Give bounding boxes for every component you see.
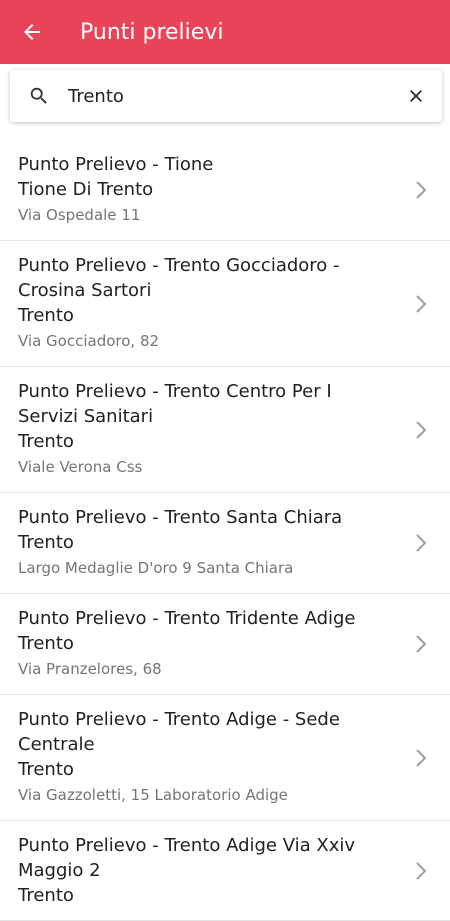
item-address: Viale Verona Css xyxy=(18,458,143,476)
arrow-left-icon xyxy=(24,24,40,40)
item-name: Punto Prelievo - Trento Tridente Adige xyxy=(18,608,356,629)
list-item[interactable]: Punto Prelievo - Trento Adige Via Xxiv M… xyxy=(0,821,450,921)
item-city: Trento xyxy=(18,532,74,553)
item-city: Trento xyxy=(18,885,74,906)
list-item[interactable]: Punto Prelievo - Trento Centro Per I Ser… xyxy=(0,367,450,493)
page-title: Punti prelievi xyxy=(80,19,224,45)
item-address: Largo Medaglie D'oro 9 Santa Chiara xyxy=(18,559,294,577)
item-city: Trento xyxy=(18,633,74,654)
chevron-right-icon xyxy=(416,294,427,313)
chevron-right-icon xyxy=(416,635,427,653)
item-name: Punto Prelievo - Trento Gocciadoro - Cro… xyxy=(18,255,340,301)
close-icon xyxy=(410,90,422,102)
list-item[interactable]: Punto Prelievo - Tione Tione Di Trento V… xyxy=(0,140,450,241)
search-input[interactable] xyxy=(68,76,390,116)
item-city: Trento xyxy=(18,305,74,326)
chevron-right-icon xyxy=(416,534,427,552)
results-list: Punto Prelievo - Tione Tione Di Trento V… xyxy=(0,140,450,921)
list-item[interactable]: Punto Prelievo - Trento Tridente Adige T… xyxy=(0,594,450,695)
item-address: Via Gocciadoro, 82 xyxy=(18,332,160,350)
search-icon xyxy=(10,85,68,107)
chevron-right-icon xyxy=(416,861,427,880)
item-name: Punto Prelievo - Tione xyxy=(18,154,214,175)
clear-search-button[interactable] xyxy=(390,70,442,122)
item-name: Punto Prelievo - Trento Santa Chiara xyxy=(18,507,343,528)
item-address: Via Ospedale 11 xyxy=(18,206,141,224)
list-item[interactable]: Punto Prelievo - Trento Santa Chiara Tre… xyxy=(0,493,450,594)
list-item[interactable]: Punto Prelievo - Trento Adige - Sede Cen… xyxy=(0,695,450,821)
app-bar: Punti prelievi xyxy=(0,0,450,64)
item-city: Trento xyxy=(18,431,74,452)
item-name: Punto Prelievo - Trento Adige - Sede Cen… xyxy=(18,709,340,755)
list-item[interactable]: Punto Prelievo - Trento Gocciadoro - Cro… xyxy=(0,241,450,367)
item-city: Tione Di Trento xyxy=(18,179,154,200)
chevron-right-icon xyxy=(416,420,427,439)
item-name: Punto Prelievo - Trento Adige Via Xxiv M… xyxy=(18,835,356,881)
search-bar xyxy=(10,70,442,122)
item-city: Trento xyxy=(18,759,74,780)
item-address: Via Gazzoletti, 15 Laboratorio Adige xyxy=(18,786,288,804)
chevron-right-icon xyxy=(416,748,427,767)
item-name: Punto Prelievo - Trento Centro Per I Ser… xyxy=(18,381,332,427)
back-button[interactable] xyxy=(0,0,64,64)
chevron-right-icon xyxy=(416,181,427,199)
item-address: Via Pranzelores, 68 xyxy=(18,660,162,678)
